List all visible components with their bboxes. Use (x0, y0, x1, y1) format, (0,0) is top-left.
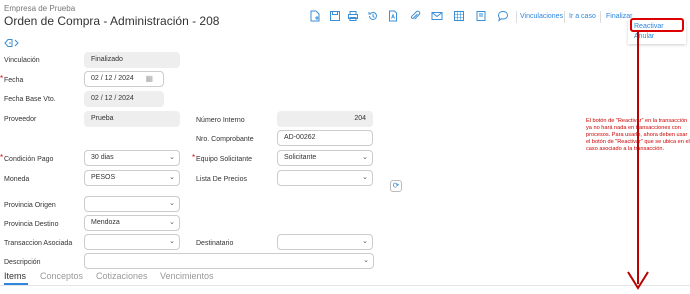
grid-icon[interactable] (452, 10, 466, 24)
vinculacion-label: Vinculación (4, 57, 40, 64)
required-marker: * (192, 153, 196, 162)
chevron-down-icon: ⌄ (169, 238, 175, 245)
chevron-down-icon: ⌄ (363, 257, 369, 264)
email-icon[interactable] (430, 10, 444, 24)
lista-precios-label: Lista De Precios (196, 176, 247, 183)
condicion-pago-select[interactable]: 30 dias ⌄ (84, 150, 180, 166)
chevron-down-icon: ⌄ (362, 238, 368, 245)
new-document-icon[interactable] (308, 10, 322, 24)
toolbar-separator (564, 11, 565, 23)
provincia-destino-select[interactable]: Mendoza ⌄ (84, 215, 180, 231)
provincia-origen-select[interactable]: ⌄ (84, 196, 180, 212)
equipo-solicitante-label: Equipo Solicitante (196, 156, 253, 163)
provincia-origen-label: Provincia Origen (4, 202, 56, 209)
save-icon[interactable] (328, 10, 342, 24)
transaccion-asociada-label: Transaccion Asociada (4, 240, 73, 247)
condicion-pago-label: Condición Pago (4, 156, 54, 163)
required-marker: * (0, 153, 4, 162)
fecha-date-field[interactable]: 02 / 12 / 2024 ▦ (84, 71, 164, 87)
equipo-solicitante-select[interactable]: Solicitante ⌄ (277, 150, 373, 166)
chevron-down-icon: ⌄ (169, 154, 175, 161)
calendar-icon[interactable]: ▦ (145, 72, 153, 86)
tabs-divider (0, 285, 690, 286)
nro-comprobante-label: Nro. Comprobante (196, 136, 254, 143)
provincia-destino-label: Provincia Destino (4, 221, 59, 228)
moneda-value: PESOS (91, 174, 116, 181)
provincia-destino-value: Mendoza (91, 219, 120, 226)
required-marker: * (0, 74, 4, 83)
page-title: Orden de Compra - Administración - 208 (4, 14, 220, 28)
comments-icon[interactable] (496, 10, 510, 24)
descripcion-label: Descripción (4, 259, 41, 266)
transaccion-asociada-select[interactable]: ⌄ (84, 234, 180, 250)
finalizar-link[interactable]: Finalizar (606, 13, 632, 20)
vinculaciones-link[interactable]: Vinculaciones (520, 13, 563, 20)
toolbar-separator (516, 11, 517, 23)
lista-precios-select[interactable]: ⌄ (277, 170, 373, 186)
refresh-icon[interactable]: ⟳ (390, 180, 402, 192)
tab-conceptos[interactable]: Conceptos (40, 271, 83, 281)
attachment-icon[interactable] (408, 10, 422, 24)
destinatario-label: Destinatario (196, 240, 234, 247)
company-name: Empresa de Prueba (4, 4, 76, 13)
vinculacion-field: Finalizado (84, 52, 180, 68)
proveedor-field: Prueba (84, 111, 180, 127)
chevron-down-icon: ⌄ (362, 174, 368, 181)
annotation-note: El botón de "Reactivar" en la transacció… (586, 118, 690, 152)
numero-interno-label: Número Interno (196, 117, 245, 124)
numero-interno-field: 204 (277, 111, 373, 127)
equipo-solicitante-value: Solicitante (284, 154, 317, 161)
history-icon[interactable] (366, 10, 380, 24)
tab-cotizaciones[interactable]: Cotizaciones (96, 271, 148, 281)
fecha-base-vto-field: 02 / 12 / 2024 (84, 91, 164, 107)
condicion-pago-value: 30 dias (91, 154, 114, 161)
fecha-label: Fecha (4, 77, 24, 84)
moneda-select[interactable]: PESOS ⌄ (84, 170, 180, 186)
chevron-down-icon: ⌄ (169, 219, 175, 226)
toolbar-separator (600, 11, 601, 23)
tab-vencimientos[interactable]: Vencimientos (160, 271, 214, 281)
notes-icon[interactable] (474, 10, 488, 24)
pdf-icon[interactable] (386, 10, 400, 24)
chevron-down-icon: ⌄ (169, 200, 175, 207)
moneda-label: Moneda (4, 176, 30, 183)
proveedor-label: Proveedor (4, 116, 37, 123)
print-icon[interactable] (346, 10, 360, 24)
annotation-arrow-line (637, 32, 639, 284)
fecha-base-vto-label: Fecha Base Vto. (4, 96, 56, 103)
active-tab-indicator (4, 283, 28, 285)
chevron-down-icon: ⌄ (362, 154, 368, 161)
tab-items[interactable]: Items (4, 271, 26, 281)
ir-a-caso-link[interactable]: Ir a caso (569, 13, 596, 20)
annotation-arrow-head (626, 270, 650, 294)
chevron-down-icon: ⌄ (169, 174, 175, 181)
destinatario-select[interactable]: ⌄ (277, 234, 373, 250)
reactivar-highlight-box (630, 18, 684, 32)
fecha-value: 02 / 12 / 2024 (91, 75, 134, 82)
tag-icon[interactable] (4, 38, 20, 50)
nro-comprobante-input[interactable]: AD-00262 (277, 130, 373, 146)
descripcion-select[interactable]: ⌄ (84, 253, 374, 269)
